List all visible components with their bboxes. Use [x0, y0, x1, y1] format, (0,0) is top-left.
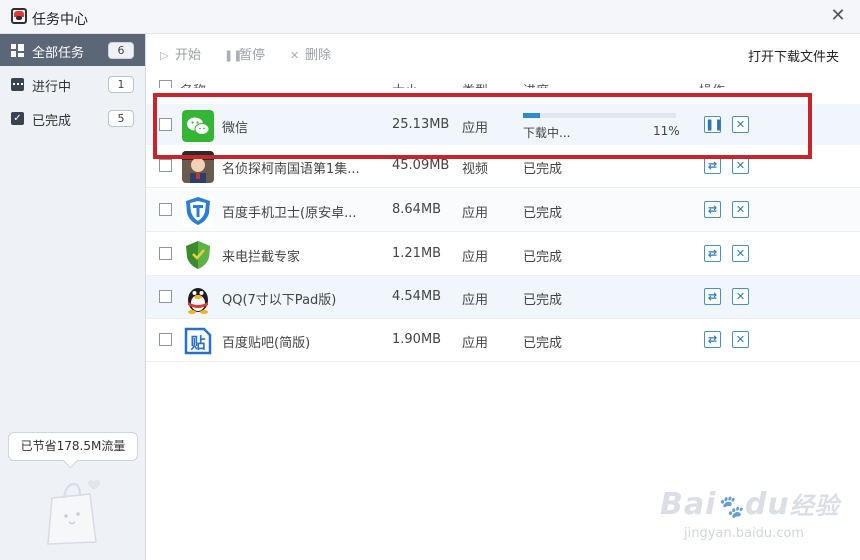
qq-penguin-icon: [182, 282, 214, 314]
task-type: 应用: [462, 250, 489, 265]
dots-icon: [11, 78, 24, 91]
reinstall-icon[interactable]: ⇄: [704, 245, 721, 262]
count-badge: 1: [108, 76, 134, 93]
pause-button[interactable]: ❚❚暂停: [224, 44, 265, 63]
table-row[interactable]: QQ(7寸以下Pad版) 4.54MB 应用 已完成 ⇄ ✕: [146, 276, 860, 319]
table-row[interactable]: 百度手机卫士(原安卓... 8.64MB 应用 已完成 ⇄ ✕: [146, 189, 860, 232]
task-status: 已完成: [523, 162, 563, 177]
start-button[interactable]: ▷ 开始: [160, 44, 201, 63]
task-status: 已完成: [523, 336, 563, 351]
task-status: 已完成: [523, 293, 563, 308]
task-size: 4.54MB: [392, 289, 442, 304]
sidebar-item-label: 进行中: [32, 80, 72, 95]
task-status: 已完成: [523, 250, 563, 265]
table-row[interactable]: 来电拦截专家 1.21MB 应用 已完成 ⇄ ✕: [146, 233, 860, 276]
row-checkbox[interactable]: [159, 290, 172, 303]
count-badge: 6: [108, 42, 134, 59]
grid-icon: [11, 44, 24, 57]
shield-t-icon: [182, 195, 214, 227]
task-name: 名侦探柯南国语第1集...: [222, 162, 360, 177]
column-header-name: 名称: [180, 80, 206, 88]
row-checkbox[interactable]: [159, 159, 172, 172]
task-name: 百度贴吧(简版): [222, 336, 311, 351]
sidebar-item-completed[interactable]: ✓ 已完成 5: [0, 102, 145, 134]
baidu-watermark: Bai🐾du经验: [660, 487, 840, 522]
title-bar: 任务中心 ✕: [0, 0, 860, 34]
task-size: 8.64MB: [392, 202, 442, 217]
delete-button[interactable]: ✕ 删除: [290, 44, 331, 63]
delete-icon: ✕: [290, 49, 300, 62]
reinstall-icon[interactable]: ⇄: [704, 157, 721, 174]
watermark-url: jingyan.baidu.com: [684, 526, 804, 541]
column-header-actions: 操作: [699, 80, 725, 88]
task-size: 45.09MB: [392, 158, 450, 173]
column-header-type: 类型: [462, 80, 488, 88]
sidebar-item-label: 已完成: [32, 114, 72, 129]
sidebar-item-all-tasks[interactable]: 全部任务 6: [0, 34, 145, 66]
green-shield-icon: [182, 239, 214, 271]
app-logo-icon: [11, 8, 27, 24]
reinstall-icon[interactable]: ⇄: [704, 201, 721, 218]
count-badge: 5: [108, 110, 134, 127]
tieba-icon: 贴: [182, 325, 214, 357]
table-row[interactable]: 贴 百度贴吧(简版) 1.90MB 应用 已完成 ⇄ ✕: [146, 319, 860, 362]
task-type: 应用: [462, 293, 489, 308]
delete-icon[interactable]: ✕: [732, 245, 749, 262]
delete-icon[interactable]: ✕: [732, 201, 749, 218]
sidebar-item-label: 全部任务: [32, 46, 85, 61]
open-folder-button[interactable]: 打开下载文件夹: [748, 46, 839, 65]
highlight-annotation-box: [153, 93, 812, 159]
delete-icon[interactable]: ✕: [732, 331, 749, 348]
select-all-checkbox[interactable]: [159, 80, 172, 88]
close-icon[interactable]: ✕: [828, 6, 848, 26]
task-name: 百度手机卫士(原安卓...: [222, 206, 357, 221]
play-icon: ▷: [160, 49, 169, 62]
delete-icon[interactable]: ✕: [732, 157, 749, 174]
task-type: 视频: [462, 162, 489, 177]
row-checkbox[interactable]: [159, 203, 172, 216]
task-type: 应用: [462, 336, 489, 351]
column-header-progress: 进度: [523, 80, 549, 88]
task-size: 1.90MB: [392, 332, 442, 347]
reinstall-icon[interactable]: ⇄: [704, 331, 721, 348]
column-header-size: 大小: [392, 80, 418, 88]
task-type: 应用: [462, 206, 489, 221]
table-header: 名称 大小 类型 进度 操作: [146, 70, 860, 88]
mascot-bag-icon: [47, 480, 100, 545]
task-size: 1.21MB: [392, 246, 442, 261]
row-checkbox[interactable]: [159, 247, 172, 260]
window-title: 任务中心: [32, 12, 88, 28]
delete-icon[interactable]: ✕: [732, 288, 749, 305]
task-status: 已完成: [523, 206, 563, 221]
pause-icon: ❚❚: [224, 49, 243, 62]
savings-bubble: 已节省178.5M流量: [8, 432, 138, 461]
row-checkbox[interactable]: [159, 333, 172, 346]
task-name: 来电拦截专家: [222, 250, 301, 265]
reinstall-icon[interactable]: ⇄: [704, 288, 721, 305]
svg-text:贴: 贴: [190, 334, 205, 352]
sidebar-item-in-progress[interactable]: 进行中 1: [0, 68, 145, 100]
task-name: QQ(7寸以下Pad版): [222, 293, 337, 308]
checkbox-icon: ✓: [11, 112, 24, 125]
toolbar: ▷ 开始 ❚❚暂停 ✕ 删除 打开下载文件夹: [146, 34, 860, 70]
